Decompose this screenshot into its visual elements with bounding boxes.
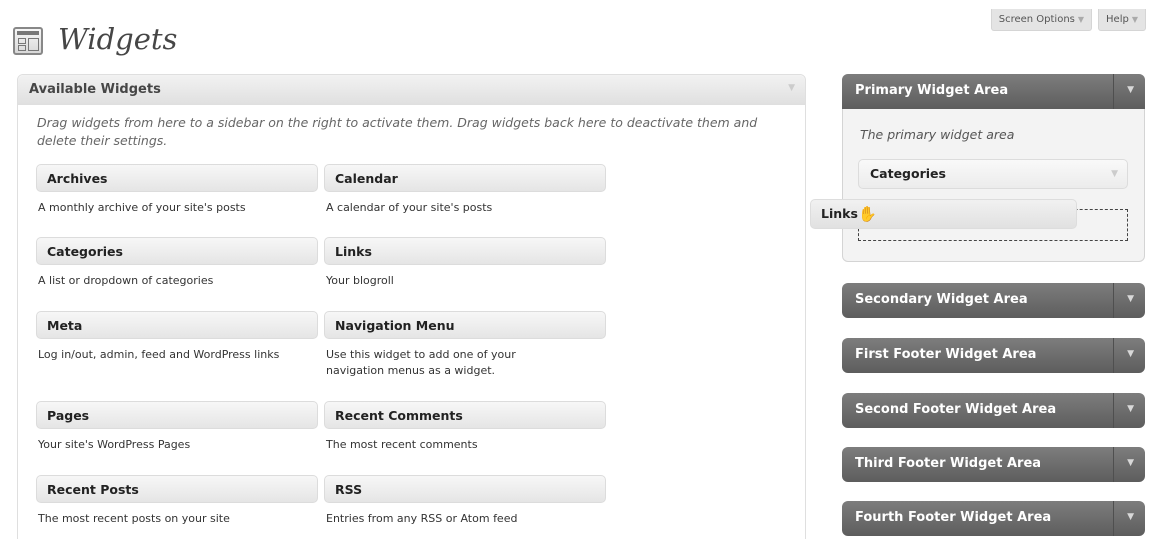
dragging-widget-links[interactable]: Links [810,199,1077,229]
widget-description: A list or dropdown of categories [38,274,214,287]
sidebar-title: Fourth Footer Widget Area [855,510,1052,525]
widget-recent-comments[interactable]: Recent Comments The most recent comments [324,401,606,453]
triangle-down-icon: ▼ [1077,14,1085,24]
widget-calendar[interactable]: Calendar A calendar of your site's posts [324,164,606,216]
triangle-down-icon[interactable]: ▼ [1127,349,1134,359]
widget-title[interactable]: Navigation Menu [324,311,606,339]
widget-title[interactable]: Pages [36,401,318,429]
sidebar-title: Third Footer Widget Area [855,456,1042,471]
screen-options-button[interactable]: Screen Options ▼ [990,9,1093,31]
widget-meta[interactable]: Meta Log in/out, admin, feed and WordPre… [36,311,318,363]
widget-title[interactable]: Recent Posts [36,475,318,503]
triangle-down-icon[interactable]: ▼ [788,83,795,93]
triangle-down-icon[interactable]: ▼ [1127,85,1134,95]
widget-navigation-menu[interactable]: Navigation Menu Use this widget to add o… [324,311,606,379]
primary-widget-area-header[interactable]: Primary Widget Area ▼ [842,74,1145,109]
sidebar-title: Secondary Widget Area [855,292,1028,307]
sidebar-widget-title: Categories [870,166,946,181]
sidebar-title: Second Footer Widget Area [855,402,1057,417]
available-widgets-title: Available Widgets [29,82,161,97]
widget-title[interactable]: Recent Comments [324,401,606,429]
sidebar-widget-categories[interactable]: Categories ▼ [858,159,1128,189]
available-widgets-header[interactable]: Available Widgets ▼ [18,75,805,105]
available-widgets-description: Drag widgets from here to a sidebar on t… [37,115,758,148]
sidebar-second-footer-widget-area[interactable]: Second Footer Widget Area ▼ [842,393,1145,428]
sidebar-third-footer-widget-area[interactable]: Third Footer Widget Area ▼ [842,447,1145,482]
widget-description: Log in/out, admin, feed and WordPress li… [38,348,280,361]
widget-description: A calendar of your site's posts [326,201,493,214]
sidebar-title: Primary Widget Area [855,83,1009,98]
widget-title[interactable]: Links [324,237,606,265]
help-button[interactable]: Help ▼ [1098,9,1146,31]
widgets-icon [13,27,43,55]
widget-description: Use this widget to add one of your navig… [326,348,516,377]
page-title: Widgets [58,22,178,56]
widget-description: Entries from any RSS or Atom feed [326,512,518,525]
widget-description: Your site's WordPress Pages [38,438,191,451]
screen-meta: Screen Options ▼ Help ▼ [990,9,1146,31]
help-label: Help [1106,13,1129,25]
triangle-down-icon[interactable]: ▼ [1127,512,1134,522]
triangle-down-icon[interactable]: ▼ [1127,404,1134,414]
widget-description: The most recent posts on your site [38,512,230,525]
triangle-down-icon: ▼ [1131,14,1138,24]
triangle-down-icon[interactable]: ▼ [1127,294,1134,304]
triangle-down-icon[interactable]: ▼ [1127,458,1134,468]
sidebar-fourth-footer-widget-area[interactable]: Fourth Footer Widget Area ▼ [842,501,1145,536]
widget-links[interactable]: Links Your blogroll [324,237,606,289]
widget-description: The most recent comments [326,438,478,451]
sidebar-first-footer-widget-area[interactable]: First Footer Widget Area ▼ [842,338,1145,373]
triangle-down-icon[interactable]: ▼ [1111,169,1118,179]
widget-rss[interactable]: RSS Entries from any RSS or Atom feed [324,475,606,527]
grab-hand-icon: ✋ [858,205,877,223]
widget-archives[interactable]: Archives A monthly archive of your site'… [36,164,318,216]
widget-recent-posts[interactable]: Recent Posts The most recent posts on yo… [36,475,318,527]
dragging-widget-title: Links [821,206,858,221]
widget-title[interactable]: Meta [36,311,318,339]
screen-options-label: Screen Options [998,13,1075,25]
sidebar-secondary-widget-area[interactable]: Secondary Widget Area ▼ [842,283,1145,318]
widget-description: Your blogroll [326,274,394,287]
widget-title[interactable]: Archives [36,164,318,192]
primary-widget-area: Primary Widget Area ▼ The primary widget… [842,74,1145,262]
sidebar-title: First Footer Widget Area [855,347,1037,362]
widget-categories[interactable]: Categories A list or dropdown of categor… [36,237,318,289]
available-widgets-panel: Available Widgets ▼ Drag widgets from he… [17,74,806,539]
widget-title[interactable]: Calendar [324,164,606,192]
widget-description: A monthly archive of your site's posts [38,201,246,214]
widget-pages[interactable]: Pages Your site's WordPress Pages [36,401,318,453]
primary-widget-area-description: The primary widget area [860,127,1015,142]
widget-title[interactable]: Categories [36,237,318,265]
widget-title[interactable]: RSS [324,475,606,503]
